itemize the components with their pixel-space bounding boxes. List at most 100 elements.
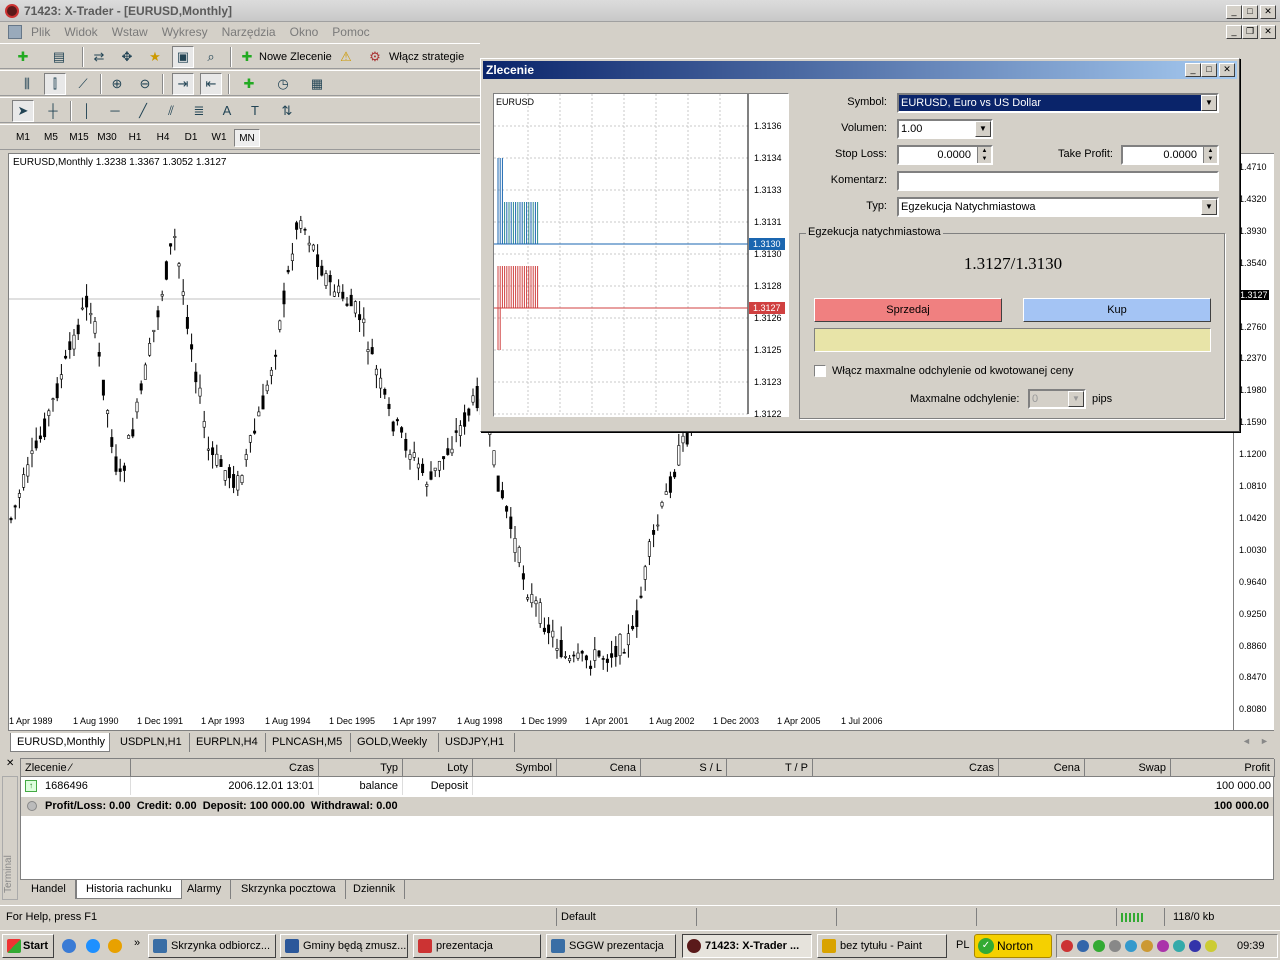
symbol-dropdown-icon[interactable]: ▼	[1201, 95, 1217, 111]
templates-icon[interactable]: ▦	[306, 73, 328, 95]
minimize-button[interactable]: _	[1226, 5, 1242, 19]
tp-spinner-icon[interactable]: ▲ ▼	[1203, 147, 1217, 163]
tray-icon-7[interactable]	[1157, 940, 1169, 952]
navigator-icon[interactable]: ✥	[116, 46, 138, 68]
arrows-icon[interactable]: ⇅	[276, 100, 298, 122]
max-dev-dropdown-icon[interactable]: ▼	[1068, 391, 1084, 407]
tester-icon[interactable]: ⌕	[200, 46, 222, 68]
chart-tab-eurusd[interactable]: EURUSD,Monthly	[10, 733, 110, 752]
chart-tab-usdjpy[interactable]: USDJPY,H1	[439, 733, 515, 752]
maximize-button[interactable]: □	[1242, 5, 1258, 19]
vertical-line-icon[interactable]: │	[76, 100, 98, 122]
strategies-button[interactable]: Włącz strategie	[389, 51, 464, 63]
col-swap[interactable]: Swap	[1085, 759, 1171, 777]
tab-dziennik[interactable]: Dziennik	[344, 880, 406, 899]
dialog-close-button[interactable]: ✕	[1219, 63, 1235, 77]
task-sggw[interactable]: SGGW prezentacja	[546, 934, 676, 958]
close-button[interactable]: ✕	[1260, 5, 1276, 19]
indicators-icon[interactable]: ✚	[238, 73, 260, 95]
max-dev-select[interactable]: 0 ▼	[1028, 389, 1086, 409]
chart-tab-eurpln[interactable]: EURPLN,H4	[190, 733, 266, 752]
new-chart-icon[interactable]: ✚	[12, 46, 34, 68]
table-row[interactable]: ↑ 1686496 2006.12.01 13:01 balance Depos…	[21, 777, 1275, 795]
comment-input[interactable]	[897, 171, 1219, 191]
task-outlook[interactable]: Skrzynka odbiorcz...	[148, 934, 276, 958]
col-order[interactable]: Zlecenie ⁄	[21, 759, 131, 777]
tray-icon-3[interactable]	[1093, 940, 1105, 952]
tab-scroll-left-icon[interactable]: ◄	[1242, 736, 1251, 746]
terminal-toggle-icon[interactable]: ▣	[172, 46, 194, 68]
autoscroll-icon[interactable]: ⇥	[172, 73, 194, 95]
start-button[interactable]: Start	[2, 934, 54, 958]
horizontal-line-icon[interactable]: ─	[104, 100, 126, 122]
deviation-check-label[interactable]: Włącz maxmalne odchylenie od kwotowanej …	[832, 365, 1074, 377]
tab-historia[interactable]: Historia rachunku	[76, 880, 182, 899]
mdi-close-button[interactable]: ✕	[1260, 25, 1276, 39]
col-time[interactable]: Czas	[131, 759, 319, 777]
col-lots[interactable]: Loty	[403, 759, 473, 777]
col-type[interactable]: Typ	[319, 759, 403, 777]
tp-input[interactable]: 0.0000 ▲ ▼	[1121, 145, 1219, 165]
norton-button[interactable]: ✓ Norton	[974, 934, 1052, 958]
fibonacci-icon[interactable]: ≣	[188, 100, 210, 122]
label-icon[interactable]: T	[244, 100, 266, 122]
cursor-icon[interactable]: ➤	[12, 100, 34, 122]
task-gminy[interactable]: Gminy będą zmusz...	[280, 934, 408, 958]
col-sl[interactable]: S / L	[641, 759, 727, 777]
new-order-icon[interactable]: ✚	[236, 46, 258, 68]
mdi-restore-button[interactable]: ❐	[1242, 25, 1258, 39]
col-profit[interactable]: Profit	[1171, 759, 1275, 777]
candle-chart-icon[interactable]: ⫿	[44, 73, 66, 95]
tray-icon-8[interactable]	[1173, 940, 1185, 952]
tf-d1[interactable]: D1	[178, 129, 204, 147]
sell-button[interactable]: Sprzedaj	[814, 298, 1002, 322]
clock[interactable]: 09:39	[1237, 940, 1265, 952]
tab-handel[interactable]: Handel	[22, 880, 76, 899]
col-symbol[interactable]: Symbol	[473, 759, 557, 777]
crosshair-icon[interactable]: ┼	[42, 100, 64, 122]
menu-pomoc[interactable]: Pomoc	[325, 22, 376, 42]
tab-scroll-right-icon[interactable]: ►	[1260, 736, 1269, 746]
tray-icon-1[interactable]	[1061, 940, 1073, 952]
quicklaunch-ie-icon[interactable]	[62, 939, 76, 953]
strategy-icon[interactable]: ⚙	[364, 46, 386, 68]
zoom-out-icon[interactable]: ⊖	[134, 73, 156, 95]
tray-icon-6[interactable]	[1141, 940, 1153, 952]
zoom-in-icon[interactable]: ⊕	[106, 73, 128, 95]
periods-icon[interactable]: ◷	[272, 73, 294, 95]
tray-icon-10[interactable]	[1205, 940, 1217, 952]
language-indicator[interactable]: PL	[956, 939, 969, 951]
menu-narzedzia[interactable]: Narzędzia	[215, 22, 283, 42]
sl-input[interactable]: 0.0000 ▲ ▼	[897, 145, 993, 165]
task-xtrader[interactable]: 71423: X-Trader ...	[682, 934, 812, 958]
tab-skrzynka[interactable]: Skrzynka pocztowa	[232, 880, 346, 899]
terminal-close-icon[interactable]: ✕	[6, 758, 14, 769]
menu-widok[interactable]: Widok	[57, 22, 104, 42]
text-icon[interactable]: A	[216, 100, 238, 122]
dialog-minimize-button[interactable]: _	[1185, 63, 1201, 77]
col-tp[interactable]: T / P	[727, 759, 813, 777]
favorites-icon[interactable]: ★	[144, 46, 166, 68]
tray-icon-5[interactable]	[1125, 940, 1137, 952]
task-prezentacja[interactable]: prezentacja	[413, 934, 541, 958]
menu-wykresy[interactable]: Wykresy	[155, 22, 215, 42]
tray-icon-2[interactable]	[1077, 940, 1089, 952]
chart-shift-icon[interactable]: ⇤	[200, 73, 222, 95]
tf-h1[interactable]: H1	[122, 129, 148, 147]
warning-icon[interactable]: ⚠	[335, 46, 357, 68]
line-chart-icon[interactable]: ⟋	[72, 73, 94, 95]
type-select[interactable]: Egzekucja Natychmiastowa ▼	[897, 197, 1219, 217]
tf-w1[interactable]: W1	[206, 129, 232, 147]
sl-spinner-icon[interactable]: ▲ ▼	[977, 147, 991, 163]
tf-h4[interactable]: H4	[150, 129, 176, 147]
menu-wstaw[interactable]: Wstaw	[105, 22, 155, 42]
channel-icon[interactable]: ⫽	[160, 100, 182, 122]
symbol-select[interactable]: EURUSD, Euro vs US Dollar ▼	[897, 93, 1219, 113]
volume-select[interactable]: 1.00 ▼	[897, 119, 993, 139]
dialog-maximize-button[interactable]: □	[1201, 63, 1217, 77]
trendline-icon[interactable]: ╱	[132, 100, 154, 122]
quicklaunch-media-icon[interactable]	[108, 939, 122, 953]
quicklaunch-browser-icon[interactable]	[86, 939, 100, 953]
col-close-price[interactable]: Cena	[999, 759, 1085, 777]
mdi-minimize-button[interactable]: _	[1226, 25, 1242, 39]
